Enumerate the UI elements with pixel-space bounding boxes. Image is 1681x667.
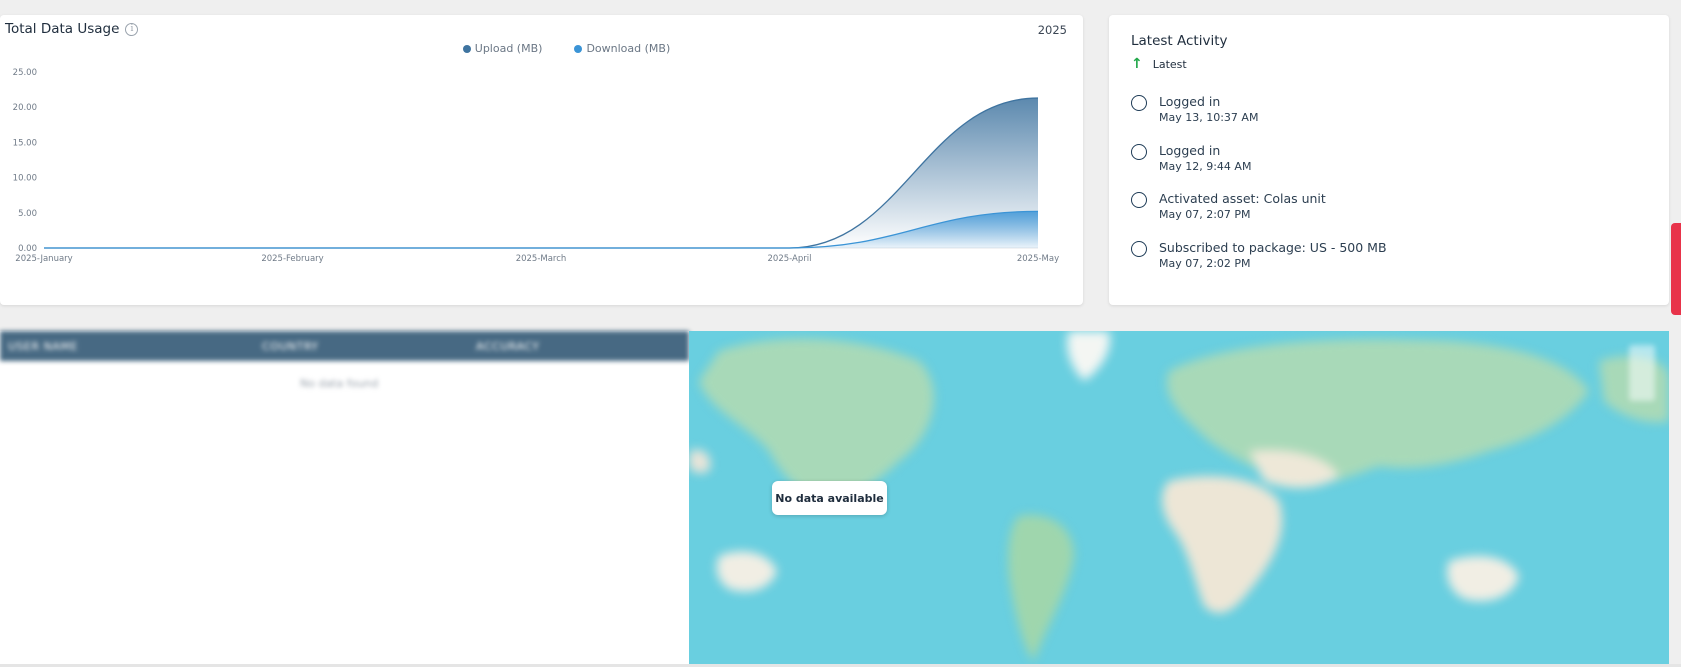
timeline-circle-icon (1131, 192, 1147, 208)
activity-label: Logged in (1159, 142, 1221, 158)
x-tick-label: 2025-April (768, 254, 812, 264)
activity-date: May 07, 2:02 PM (1159, 256, 1251, 270)
latest-activity-card: Latest Activity ↑ Latest Logged in May 1… (1109, 15, 1669, 305)
th-country[interactable]: COUNTRY (262, 340, 319, 353)
activity-list: Logged in May 13, 10:37 AM Logged in May… (1131, 93, 1387, 287)
activity-label: Subscribed to package: US - 500 MB (1159, 239, 1387, 255)
usage-chart: 0.00 5.00 10.00 15.00 20.00 25.00 2025-January… (13, 68, 1059, 264)
world-map[interactable]: No data available (689, 331, 1669, 667)
x-tick-label: 2025-May (1017, 254, 1059, 264)
activity-title: Latest Activity (1131, 33, 1228, 49)
activity-item: Logged in May 13, 10:37 AM (1131, 93, 1387, 142)
table-empty-text: No data found (300, 377, 379, 390)
y-tick-label: 25.00 (13, 68, 37, 78)
table-header: USER NAME COUNTRY ACCURACY (0, 331, 689, 361)
arrow-up-icon: ↑ (1131, 56, 1143, 72)
activity-date: May 13, 10:37 AM (1159, 111, 1259, 124)
y-tick-label: 20.00 (13, 103, 37, 113)
activity-label: Logged in (1159, 94, 1221, 109)
series-area-upload (44, 98, 1038, 248)
y-tick-label: 15.00 (13, 138, 37, 148)
activity-date: May 07, 2:07 PM (1159, 208, 1251, 221)
timeline-circle-icon (1131, 240, 1147, 257)
map-zoom-control[interactable] (1629, 345, 1655, 401)
activity-date: May 12, 9:44 AM (1159, 159, 1252, 173)
timeline-circle-icon (1131, 143, 1147, 160)
sort-label: Latest (1152, 57, 1187, 71)
activity-item: Activated asset: Colas unit May 07, 2:07… (1131, 190, 1387, 239)
user-location-table: USER NAME COUNTRY ACCURACY No data found (0, 331, 689, 667)
total-data-usage-card: Total Data Usage i 2025 Upload (MB) Down… (0, 15, 1083, 305)
activity-item: Logged in May 12, 9:44 AM (1131, 142, 1387, 191)
activity-item: Subscribed to package: US - 500 MB May 0… (1131, 239, 1387, 288)
sort-latest[interactable]: ↑ Latest (1131, 57, 1187, 71)
no-data-popup: No data available (772, 481, 887, 515)
feedback-tab[interactable] (1671, 223, 1681, 315)
activity-label: Activated asset: Colas unit (1159, 191, 1326, 206)
x-tick-label: 2025-March (516, 254, 567, 264)
th-accuracy[interactable]: ACCURACY (476, 340, 539, 353)
x-tick-label: 2025-February (261, 254, 323, 264)
y-tick-label: 10.00 (13, 174, 37, 184)
y-tick-label: 5.00 (18, 209, 37, 219)
timeline-circle-icon (1131, 95, 1147, 111)
th-user-name[interactable]: USER NAME (8, 340, 78, 353)
x-tick-label: 2025-January (15, 254, 72, 264)
y-tick-label: 0.00 (18, 244, 37, 254)
